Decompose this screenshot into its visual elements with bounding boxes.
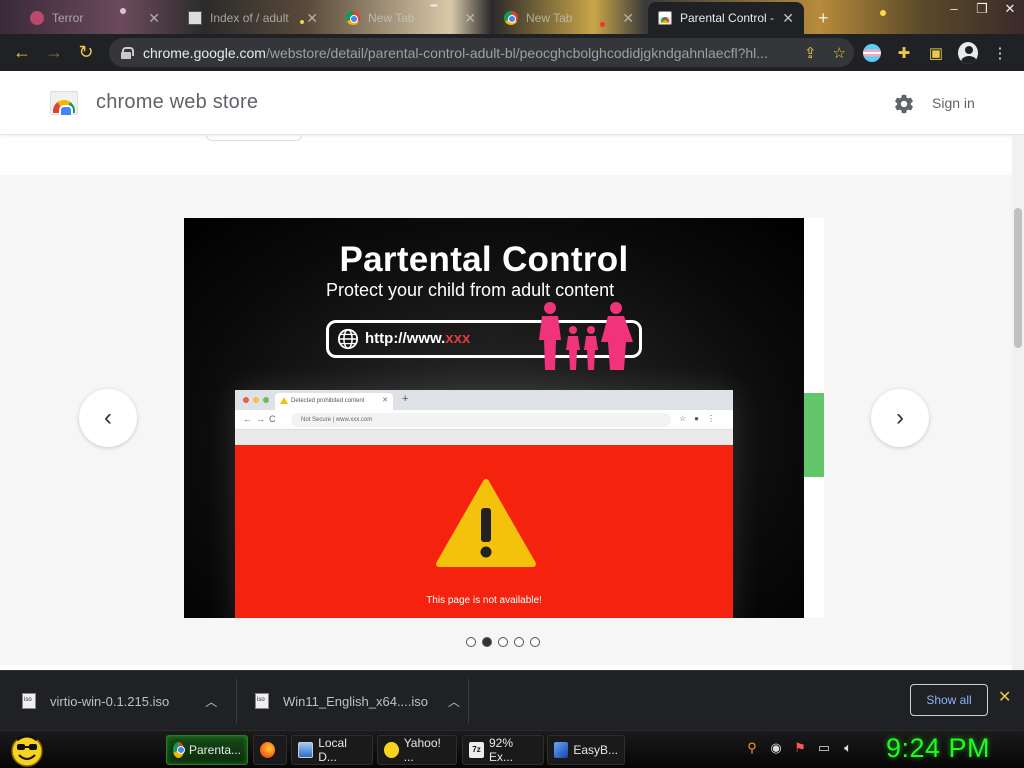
tab-new-tab-2[interactable]: New Tab ✕ <box>494 4 644 32</box>
chevron-up-icon[interactable]: ︿ <box>205 693 217 710</box>
start-button-smiley-icon[interactable] <box>8 732 46 768</box>
7zip-icon: 7z <box>469 742 484 758</box>
slide-subtitle: Protect your child from adult content <box>326 280 615 300</box>
yahoo-smiley-icon <box>384 742 399 758</box>
taskbar-clock[interactable]: 9:24 PM <box>886 733 990 764</box>
carousel-dot[interactable] <box>530 637 540 647</box>
download-filename: virtio-win-0.1.215.iso <box>50 693 170 709</box>
taskbar-item-yahoo[interactable]: Yahoo! ... <box>377 735 457 765</box>
slide-url-xxx: xxx <box>445 330 471 347</box>
globe-icon <box>337 328 359 350</box>
menu-kebab-icon[interactable]: ⋮ <box>990 43 1010 63</box>
system-tray: ⚲ ◉ ⚑ ▭ 🔈︎ <box>744 740 856 756</box>
network-icon[interactable]: ▭ <box>816 740 832 756</box>
close-icon[interactable]: ✕ <box>306 10 318 27</box>
iso-file-icon <box>22 693 36 709</box>
firefox-icon <box>260 742 275 758</box>
tab-parental-control[interactable]: Parental Control - ✕ <box>648 2 804 34</box>
chrome-icon <box>504 11 518 25</box>
drive-icon <box>298 742 314 758</box>
mock-tab-title: Detected prohibited content <box>291 398 365 404</box>
carousel-slide-image: Partental Control Protect your child fro… <box>184 218 804 618</box>
address-bar[interactable]: chrome.google.com /webstore/detail/paren… <box>109 38 854 67</box>
taskbar-item-7zip[interactable]: 7z 92% Ex... <box>462 735 544 765</box>
close-window-button[interactable]: ✕ <box>996 0 1024 18</box>
volume-icon[interactable]: 🔈︎ <box>840 740 856 756</box>
carousel-prev-button[interactable]: ‹ <box>79 389 137 447</box>
chevron-up-icon[interactable]: ︿ <box>448 693 460 710</box>
profile-avatar-icon[interactable] <box>958 41 978 64</box>
next-slide-peek-accent <box>804 393 824 477</box>
sign-in-link[interactable]: Sign in <box>932 95 975 111</box>
iso-file-icon <box>255 693 269 709</box>
carousel-dot[interactable] <box>498 637 508 647</box>
folder-icon <box>188 11 202 25</box>
download-item[interactable]: virtio-win-0.1.215.iso ︿ <box>22 671 217 731</box>
close-icon[interactable]: ✕ <box>622 10 634 27</box>
forward-arrow-icon[interactable]: → <box>38 37 70 69</box>
detail-tab-indicator <box>206 135 302 141</box>
scrollbar-thumb[interactable] <box>1014 208 1022 348</box>
windows-taskbar: Parenta... Local D... Yahoo! ... 7z 92% … <box>0 730 1024 768</box>
back-arrow-icon[interactable]: ← <box>6 37 38 69</box>
browser-toolbar: ← → ↻ chrome.google.com /webstore/detail… <box>0 34 1024 71</box>
close-icon[interactable]: ✕ <box>782 10 794 27</box>
close-icon[interactable]: ✕ <box>464 10 476 27</box>
chevron-right-icon: › <box>896 404 904 431</box>
chrome-web-store-icon <box>658 11 672 25</box>
lock-icon <box>121 46 134 59</box>
share-icon[interactable]: ⇪ <box>804 44 817 62</box>
slide-title: Partental Control <box>339 240 629 279</box>
tab-index-of-adult[interactable]: Index of / adult ✕ <box>178 4 328 32</box>
slide-url-prefix: http://www. <box>365 330 446 347</box>
new-tab-button[interactable]: + <box>812 4 842 32</box>
show-all-button[interactable]: Show all <box>910 684 988 716</box>
chat-bubble-icon[interactable]: ◉ <box>768 740 784 756</box>
download-item[interactable]: Win11_English_x64....iso ︿ <box>255 671 460 731</box>
extension-flag-icon[interactable] <box>862 43 882 63</box>
carousel-dot[interactable] <box>514 637 524 647</box>
action-center-flag-icon[interactable]: ⚑ <box>792 740 808 756</box>
chrome-web-store-logo-icon[interactable] <box>50 91 78 115</box>
carousel-dot[interactable] <box>482 637 492 647</box>
family-icon <box>539 302 633 370</box>
carousel-next-button[interactable]: › <box>871 389 929 447</box>
mock-browser-window: Detected prohibited content ✕ + ←→C Not S… <box>235 390 733 618</box>
taskbar-item-chrome[interactable]: Parenta... <box>166 735 248 765</box>
taskbar-item-local-disk[interactable]: Local D... <box>291 735 373 765</box>
carousel-dot[interactable] <box>466 637 476 647</box>
chrome-icon <box>173 742 185 758</box>
easybcd-icon <box>554 742 569 758</box>
download-filename: Win11_English_x64....iso <box>283 693 429 709</box>
chevron-left-icon: ‹ <box>104 404 112 431</box>
chrome-icon <box>346 11 360 25</box>
reload-icon[interactable]: ↻ <box>70 37 102 69</box>
taskbar-item-easybcd[interactable]: EasyB... <box>547 735 625 765</box>
mock-address: Not Secure | www.xxx.com <box>291 413 671 427</box>
carousel-pagination <box>466 637 540 647</box>
store-header: chrome web store Sign in <box>0 71 1024 135</box>
search-icon[interactable]: ⚲ <box>744 740 760 756</box>
close-icon[interactable]: ✕ <box>998 687 1011 707</box>
side-panel-icon[interactable]: ▣ <box>926 43 946 63</box>
tab-terror[interactable]: Terror ✕ <box>20 4 170 32</box>
window-controls: – ❐ ✕ <box>940 0 1024 18</box>
blocked-message: This page is not available! <box>426 595 542 606</box>
store-title[interactable]: chrome web store <box>96 91 258 114</box>
tab-new-tab-1[interactable]: New Tab ✕ <box>336 4 486 32</box>
skull-icon <box>30 11 44 25</box>
restore-button[interactable]: ❐ <box>968 0 996 18</box>
warning-triangle-icon <box>436 479 536 567</box>
bookmark-star-icon[interactable]: ☆ <box>833 44 846 62</box>
settings-gear-icon[interactable] <box>893 93 915 115</box>
extensions-puzzle-icon[interactable]: ✚ <box>894 43 914 63</box>
minimize-button[interactable]: – <box>940 0 968 18</box>
taskbar-item-firefox[interactable] <box>253 735 287 765</box>
close-icon[interactable]: ✕ <box>148 10 160 27</box>
browser-tab-strip: Terror ✕ Index of / adult ✕ New Tab ✕ Ne… <box>0 0 1024 34</box>
download-shelf: virtio-win-0.1.215.iso ︿ Win11_English_x… <box>0 670 1024 730</box>
